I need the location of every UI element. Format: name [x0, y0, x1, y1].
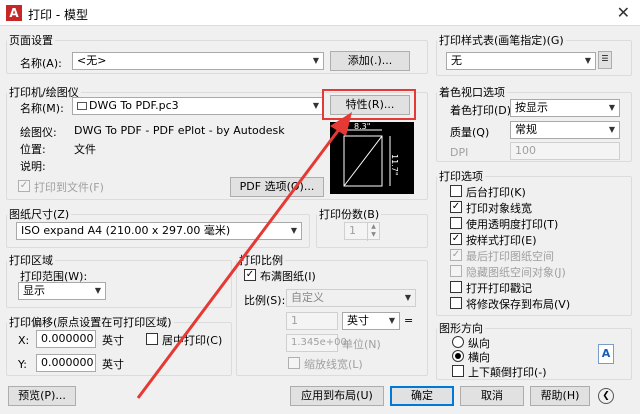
annotation-arrow-head — [330, 112, 352, 136]
annotation-arrow — [136, 112, 352, 399]
annotation-arrow-shaft — [136, 127, 342, 399]
